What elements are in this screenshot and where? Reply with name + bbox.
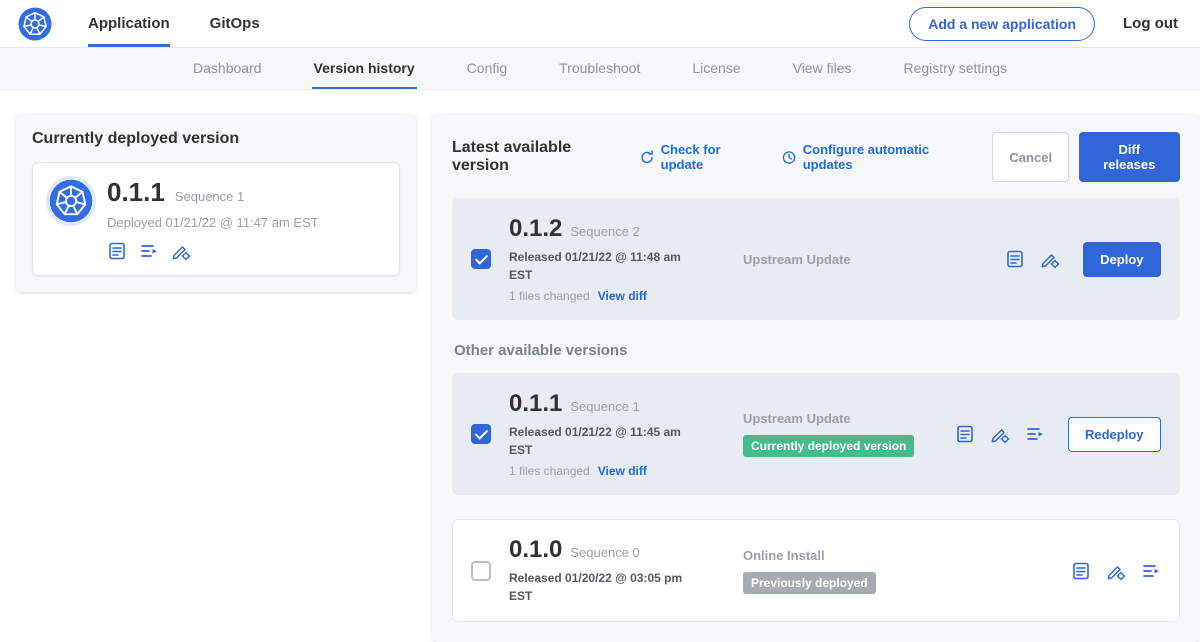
version-row: 0.1.1 Sequence 1 Released 01/21/22 @ 11:…: [452, 373, 1180, 495]
add-application-button[interactable]: Add a new application: [909, 7, 1095, 41]
source-label: Online Install: [743, 548, 955, 563]
deployed-action-icons: [107, 241, 319, 261]
released-timestamp: Released 01/21/22 @ 11:48 am EST: [509, 248, 689, 284]
version-row: 0.1.0 Sequence 0 Released 01/20/22 @ 03:…: [452, 519, 1180, 622]
deployed-card-title: Currently deployed version: [32, 130, 400, 148]
clock-refresh-icon: [781, 149, 797, 166]
cancel-button[interactable]: Cancel: [992, 132, 1069, 182]
configure-updates-link[interactable]: Configure automatic updates: [781, 142, 973, 172]
release-notes-icon[interactable]: [107, 241, 127, 261]
subnav-item-registry-settings[interactable]: Registry settings: [902, 48, 1009, 89]
view-diff-link[interactable]: View diff: [598, 464, 647, 478]
version-actions: Deploy: [1005, 242, 1160, 277]
released-timestamp: Released 01/21/22 @ 11:45 am EST: [509, 423, 689, 459]
check-for-update-link[interactable]: Check for update: [639, 142, 761, 172]
version-info: 0.1.0 Sequence 0 Released 01/20/22 @ 03:…: [509, 536, 701, 605]
version-actions: Redeploy: [955, 417, 1161, 452]
diff-releases-button[interactable]: Diff releases: [1079, 132, 1179, 182]
release-notes-icon[interactable]: [1005, 249, 1025, 269]
version-checkbox[interactable]: [471, 249, 491, 269]
other-versions-title: Other available versions: [454, 342, 1180, 359]
subnav-item-config[interactable]: Config: [465, 48, 509, 89]
deployed-version-number: 0.1.1: [107, 177, 165, 208]
version-source: Online Install Previously deployed: [743, 548, 955, 594]
logs-icon[interactable]: [139, 241, 159, 261]
edit-config-icon[interactable]: [1106, 561, 1126, 581]
sequence-label: Sequence 2: [570, 224, 639, 239]
tab-application[interactable]: Application: [88, 0, 170, 47]
logs-icon[interactable]: [1141, 561, 1161, 581]
subnav-item-troubleshoot[interactable]: Troubleshoot: [557, 48, 642, 89]
files-changed-label: 1 files changed: [509, 289, 590, 303]
version-info: 0.1.1 Sequence 1 Released 01/21/22 @ 11:…: [509, 390, 701, 478]
version-number: 0.1.1: [509, 390, 562, 418]
versions-panel: Latest available version Check for updat…: [432, 114, 1200, 642]
refresh-icon: [639, 149, 655, 166]
subnav-item-dashboard[interactable]: Dashboard: [191, 48, 264, 89]
version-info: 0.1.2 Sequence 2 Released 01/21/22 @ 11:…: [509, 215, 701, 303]
edit-config-icon[interactable]: [990, 424, 1010, 444]
kubernetes-app-icon: [49, 179, 93, 223]
kubernetes-logo-icon: [18, 7, 52, 41]
released-timestamp: Released 01/20/22 @ 03:05 pm EST: [509, 569, 689, 605]
subnav-item-view-files[interactable]: View files: [791, 48, 854, 89]
deployed-sequence-label: Sequence 1: [175, 189, 244, 204]
release-notes-icon[interactable]: [1071, 561, 1091, 581]
check-for-update-label: Check for update: [661, 142, 761, 172]
top-nav-right: Add a new application Log out: [909, 0, 1178, 47]
deployed-version-details: 0.1.1 Sequence 1 Deployed 01/21/22 @ 11:…: [107, 177, 319, 261]
deployed-timestamp: Deployed 01/21/22 @ 11:47 am EST: [107, 215, 319, 230]
release-notes-icon[interactable]: [955, 424, 975, 444]
app-logo: [18, 0, 52, 47]
files-changed-label: 1 files changed: [509, 464, 590, 478]
previously-deployed-badge: Previously deployed: [743, 572, 876, 594]
deployed-version-card: 0.1.1 Sequence 1 Deployed 01/21/22 @ 11:…: [32, 162, 400, 276]
view-diff-link[interactable]: View diff: [598, 289, 647, 303]
currently-deployed-badge: Currently deployed version: [743, 435, 914, 457]
version-actions: [1071, 561, 1161, 581]
version-source: Upstream Update: [743, 252, 955, 267]
version-checkbox[interactable]: [471, 424, 491, 444]
tab-gitops[interactable]: GitOps: [210, 0, 260, 47]
subnav-item-version-history[interactable]: Version history: [312, 48, 417, 89]
version-row: 0.1.2 Sequence 2 Released 01/21/22 @ 11:…: [452, 198, 1180, 320]
sequence-label: Sequence 0: [570, 545, 639, 560]
edit-config-icon[interactable]: [1040, 249, 1060, 269]
top-nav-tabs: Application GitOps: [88, 0, 260, 47]
currently-deployed-card: Currently deployed version 0.1.1 Sequenc…: [16, 114, 416, 292]
redeploy-button[interactable]: Redeploy: [1068, 417, 1161, 452]
deploy-button[interactable]: Deploy: [1083, 242, 1160, 277]
source-label: Upstream Update: [743, 411, 955, 426]
version-checkbox[interactable]: [471, 561, 491, 581]
version-number: 0.1.0: [509, 536, 562, 564]
configure-updates-label: Configure automatic updates: [803, 142, 973, 172]
latest-version-title: Latest available version: [452, 139, 623, 175]
versions-panel-header: Latest available version Check for updat…: [452, 132, 1180, 182]
subnav-item-license[interactable]: License: [690, 48, 742, 89]
sequence-label: Sequence 1: [570, 399, 639, 414]
app-subnav: Dashboard Version history Config Trouble…: [0, 48, 1200, 90]
top-navbar: Application GitOps Add a new application…: [0, 0, 1200, 48]
edit-config-icon[interactable]: [171, 241, 191, 261]
version-source: Upstream Update Currently deployed versi…: [743, 411, 955, 457]
main-content: Currently deployed version 0.1.1 Sequenc…: [0, 90, 1200, 642]
panel-header-actions: Cancel Diff releases: [992, 132, 1179, 182]
logs-icon[interactable]: [1025, 424, 1045, 444]
version-number: 0.1.2: [509, 215, 562, 243]
source-label: Upstream Update: [743, 252, 955, 267]
logout-link[interactable]: Log out: [1123, 15, 1178, 32]
